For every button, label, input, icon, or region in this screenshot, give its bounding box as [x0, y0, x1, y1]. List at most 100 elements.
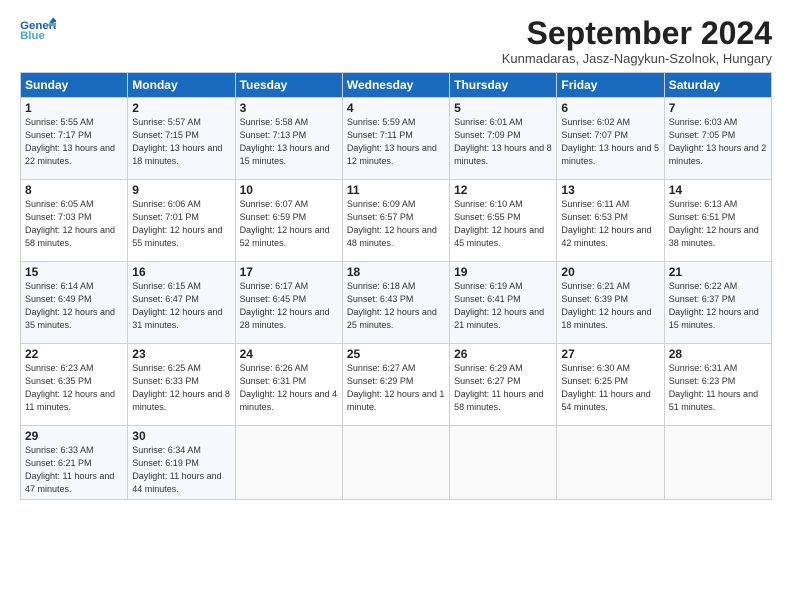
calendar-cell: 29 Sunrise: 6:33 AM Sunset: 6:21 PM Dayl… — [21, 426, 128, 500]
calendar-cell: 13 Sunrise: 6:11 AM Sunset: 6:53 PM Dayl… — [557, 180, 664, 262]
day-info: Sunrise: 6:03 AM Sunset: 7:05 PM Dayligh… — [669, 116, 767, 168]
daylight: Daylight: 11 hours and 51 minutes. — [669, 389, 758, 412]
day-number: 5 — [454, 101, 552, 115]
day-number: 2 — [132, 101, 230, 115]
daylight: Daylight: 13 hours and 22 minutes. — [25, 143, 115, 166]
day-info: Sunrise: 6:17 AM Sunset: 6:45 PM Dayligh… — [240, 280, 338, 332]
sunset: Sunset: 6:45 PM — [240, 294, 307, 304]
day-number: 19 — [454, 265, 552, 279]
calendar-cell: 28 Sunrise: 6:31 AM Sunset: 6:23 PM Dayl… — [664, 344, 771, 426]
daylight: Daylight: 12 hours and 1 minute. — [347, 389, 445, 412]
calendar-cell: 23 Sunrise: 6:25 AM Sunset: 6:33 PM Dayl… — [128, 344, 235, 426]
day-number: 3 — [240, 101, 338, 115]
sunset: Sunset: 6:25 PM — [561, 376, 628, 386]
day-info: Sunrise: 6:29 AM Sunset: 6:27 PM Dayligh… — [454, 362, 552, 414]
calendar-header-monday: Monday — [128, 73, 235, 98]
sunset: Sunset: 6:19 PM — [132, 458, 199, 468]
sunrise: Sunrise: 6:21 AM — [561, 281, 630, 291]
sunrise: Sunrise: 6:14 AM — [25, 281, 94, 291]
day-number: 9 — [132, 183, 230, 197]
sunrise: Sunrise: 5:57 AM — [132, 117, 201, 127]
calendar-cell — [342, 426, 449, 500]
sunset: Sunset: 7:07 PM — [561, 130, 628, 140]
calendar-cell: 27 Sunrise: 6:30 AM Sunset: 6:25 PM Dayl… — [557, 344, 664, 426]
calendar-cell: 8 Sunrise: 6:05 AM Sunset: 7:03 PM Dayli… — [21, 180, 128, 262]
daylight: Daylight: 12 hours and 52 minutes. — [240, 225, 330, 248]
daylight: Daylight: 11 hours and 44 minutes. — [132, 471, 221, 494]
calendar-header-friday: Friday — [557, 73, 664, 98]
sunrise: Sunrise: 6:29 AM — [454, 363, 523, 373]
calendar-cell: 14 Sunrise: 6:13 AM Sunset: 6:51 PM Dayl… — [664, 180, 771, 262]
day-info: Sunrise: 6:30 AM Sunset: 6:25 PM Dayligh… — [561, 362, 659, 414]
daylight: Daylight: 13 hours and 8 minutes. — [454, 143, 552, 166]
day-number: 6 — [561, 101, 659, 115]
day-number: 8 — [25, 183, 123, 197]
calendar-cell: 20 Sunrise: 6:21 AM Sunset: 6:39 PM Dayl… — [557, 262, 664, 344]
day-number: 23 — [132, 347, 230, 361]
sunrise: Sunrise: 6:05 AM — [25, 199, 94, 209]
day-number: 12 — [454, 183, 552, 197]
sunset: Sunset: 7:15 PM — [132, 130, 199, 140]
svg-text:Blue: Blue — [20, 30, 45, 42]
sunset: Sunset: 6:51 PM — [669, 212, 736, 222]
calendar-cell: 24 Sunrise: 6:26 AM Sunset: 6:31 PM Dayl… — [235, 344, 342, 426]
sunrise: Sunrise: 6:13 AM — [669, 199, 738, 209]
sunset: Sunset: 6:33 PM — [132, 376, 199, 386]
day-number: 14 — [669, 183, 767, 197]
calendar-cell: 25 Sunrise: 6:27 AM Sunset: 6:29 PM Dayl… — [342, 344, 449, 426]
sunset: Sunset: 7:03 PM — [25, 212, 92, 222]
day-number: 4 — [347, 101, 445, 115]
calendar-cell: 12 Sunrise: 6:10 AM Sunset: 6:55 PM Dayl… — [450, 180, 557, 262]
day-number: 7 — [669, 101, 767, 115]
sunrise: Sunrise: 6:25 AM — [132, 363, 201, 373]
day-info: Sunrise: 6:21 AM Sunset: 6:39 PM Dayligh… — [561, 280, 659, 332]
sunrise: Sunrise: 5:59 AM — [347, 117, 416, 127]
day-info: Sunrise: 6:11 AM Sunset: 6:53 PM Dayligh… — [561, 198, 659, 250]
calendar-cell: 2 Sunrise: 5:57 AM Sunset: 7:15 PM Dayli… — [128, 98, 235, 180]
sunset: Sunset: 7:17 PM — [25, 130, 92, 140]
daylight: Daylight: 12 hours and 42 minutes. — [561, 225, 651, 248]
calendar-cell — [235, 426, 342, 500]
day-info: Sunrise: 6:14 AM Sunset: 6:49 PM Dayligh… — [25, 280, 123, 332]
sunrise: Sunrise: 6:27 AM — [347, 363, 416, 373]
daylight: Daylight: 12 hours and 38 minutes. — [669, 225, 759, 248]
day-number: 17 — [240, 265, 338, 279]
sunset: Sunset: 6:37 PM — [669, 294, 736, 304]
month-title: September 2024 — [502, 16, 772, 51]
daylight: Daylight: 11 hours and 47 minutes. — [25, 471, 114, 494]
calendar-cell: 11 Sunrise: 6:09 AM Sunset: 6:57 PM Dayl… — [342, 180, 449, 262]
title-block: September 2024 Kunmadaras, Jasz-Nagykun-… — [502, 16, 772, 66]
day-info: Sunrise: 6:23 AM Sunset: 6:35 PM Dayligh… — [25, 362, 123, 414]
sunrise: Sunrise: 6:09 AM — [347, 199, 416, 209]
calendar-cell — [450, 426, 557, 500]
sunset: Sunset: 6:53 PM — [561, 212, 628, 222]
daylight: Daylight: 12 hours and 48 minutes. — [347, 225, 437, 248]
sunrise: Sunrise: 6:03 AM — [669, 117, 738, 127]
daylight: Daylight: 12 hours and 35 minutes. — [25, 307, 115, 330]
day-number: 1 — [25, 101, 123, 115]
sunrise: Sunrise: 5:55 AM — [25, 117, 94, 127]
daylight: Daylight: 12 hours and 25 minutes. — [347, 307, 437, 330]
sunrise: Sunrise: 6:15 AM — [132, 281, 201, 291]
calendar-week-5: 29 Sunrise: 6:33 AM Sunset: 6:21 PM Dayl… — [21, 426, 772, 500]
sunrise: Sunrise: 6:19 AM — [454, 281, 523, 291]
day-info: Sunrise: 6:15 AM Sunset: 6:47 PM Dayligh… — [132, 280, 230, 332]
day-info: Sunrise: 6:33 AM Sunset: 6:21 PM Dayligh… — [25, 444, 123, 496]
daylight: Daylight: 12 hours and 11 minutes. — [25, 389, 115, 412]
sunrise: Sunrise: 6:30 AM — [561, 363, 630, 373]
sunrise: Sunrise: 6:31 AM — [669, 363, 738, 373]
day-info: Sunrise: 6:22 AM Sunset: 6:37 PM Dayligh… — [669, 280, 767, 332]
calendar-cell: 17 Sunrise: 6:17 AM Sunset: 6:45 PM Dayl… — [235, 262, 342, 344]
daylight: Daylight: 13 hours and 15 minutes. — [240, 143, 330, 166]
day-info: Sunrise: 6:27 AM Sunset: 6:29 PM Dayligh… — [347, 362, 445, 414]
calendar-cell: 26 Sunrise: 6:29 AM Sunset: 6:27 PM Dayl… — [450, 344, 557, 426]
calendar-cell: 10 Sunrise: 6:07 AM Sunset: 6:59 PM Dayl… — [235, 180, 342, 262]
sunset: Sunset: 6:59 PM — [240, 212, 307, 222]
daylight: Daylight: 12 hours and 4 minutes. — [240, 389, 338, 412]
calendar-cell: 3 Sunrise: 5:58 AM Sunset: 7:13 PM Dayli… — [235, 98, 342, 180]
day-info: Sunrise: 6:25 AM Sunset: 6:33 PM Dayligh… — [132, 362, 230, 414]
day-info: Sunrise: 5:57 AM Sunset: 7:15 PM Dayligh… — [132, 116, 230, 168]
calendar-header-tuesday: Tuesday — [235, 73, 342, 98]
day-number: 16 — [132, 265, 230, 279]
day-info: Sunrise: 6:01 AM Sunset: 7:09 PM Dayligh… — [454, 116, 552, 168]
